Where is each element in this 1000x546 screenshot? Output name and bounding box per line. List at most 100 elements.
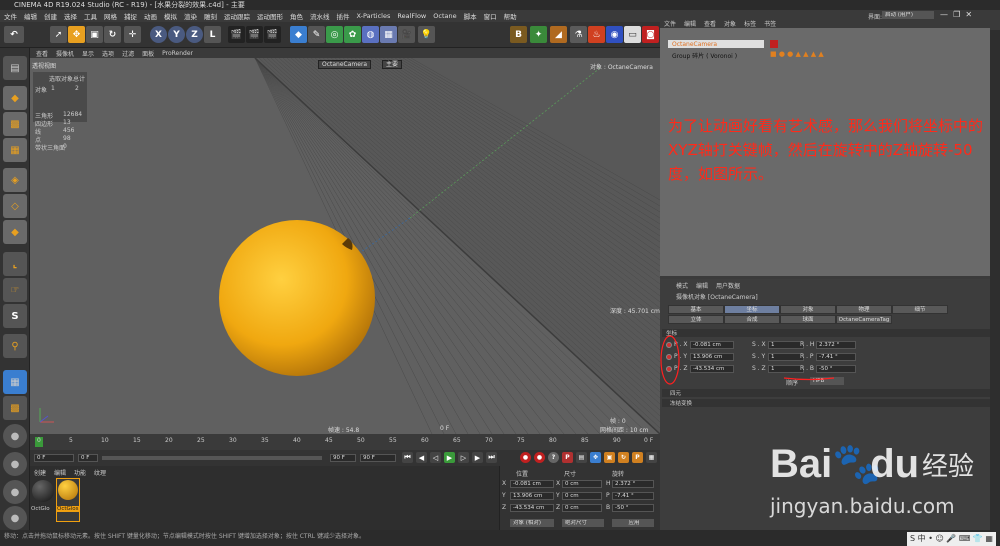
menu-item-5[interactable]: 网格 (104, 11, 117, 21)
attr-menu-item-2[interactable]: 用户数据 (716, 281, 740, 290)
coord-v2-2[interactable]: 0 cm (562, 504, 602, 512)
lock-workplane-icon[interactable]: ▩ (3, 396, 27, 420)
octane-render-icon[interactable]: ◙ (642, 26, 659, 43)
camera-tag[interactable]: OctaneCamera (318, 60, 372, 69)
move-tool-icon[interactable]: ✥ (68, 26, 85, 43)
play-icon[interactable]: ▶ (444, 452, 455, 463)
sculpt-sphere-icon[interactable]: ● (3, 424, 27, 448)
keypos-icon[interactable]: ✥ (590, 452, 601, 463)
points-mode-icon[interactable]: ◈ (3, 168, 27, 192)
attr-menu-item-0[interactable]: 模式 (676, 281, 688, 290)
material-menu-item-3[interactable]: 纹理 (94, 468, 106, 477)
material-name-1[interactable]: OctGlo (31, 506, 50, 512)
menu-item-16[interactable]: X-Particles (357, 12, 391, 20)
menu-item-6[interactable]: 捕捉 (124, 11, 137, 21)
material-name-2[interactable]: OctGlos (57, 506, 79, 512)
material-sphere-icon[interactable]: ● (3, 452, 27, 476)
tab-physical[interactable]: 物理 (836, 305, 892, 314)
autokey-icon[interactable]: ● (534, 452, 545, 463)
keyrot-icon[interactable]: ↻ (618, 452, 629, 463)
y-axis-toggle[interactable]: Y (168, 26, 185, 43)
viewport[interactable]: 透视视图 OctaneCamera 主要 对象 : OctaneCamera 选… (30, 58, 660, 434)
menu-item-21[interactable]: 帮助 (504, 11, 517, 21)
keypla-icon[interactable]: P (632, 452, 643, 463)
menu-item-1[interactable]: 编辑 (24, 11, 37, 21)
go-start-icon[interactable]: ⏮ (402, 452, 413, 463)
plugin-fire-icon[interactable]: ♨ (588, 26, 605, 43)
workplane-icon[interactable]: ▦ (3, 138, 27, 162)
coord-v2-0[interactable]: 0 cm (562, 480, 602, 488)
material-menu-item-2[interactable]: 功能 (74, 468, 86, 477)
objmgr-menu-item-4[interactable]: 标签 (744, 19, 756, 28)
objmgr-menu-item-0[interactable]: 文件 (664, 19, 676, 28)
octane-live-icon[interactable]: ▭ (624, 26, 641, 43)
keyparam-icon[interactable]: ▦ (646, 452, 657, 463)
viewport-menu-item-0[interactable]: 查看 (36, 49, 48, 58)
next-key-icon[interactable]: ▶ (472, 452, 483, 463)
menu-item-4[interactable]: 工具 (84, 11, 97, 21)
section-quaternion[interactable]: 四元 (662, 389, 990, 397)
tab-spherical[interactable]: 球面 (780, 315, 836, 324)
menu-item-18[interactable]: Octane (433, 12, 456, 20)
menu-item-2[interactable]: 创建 (44, 11, 57, 21)
model-mode-icon[interactable]: ◆ (3, 86, 27, 110)
floor-icon[interactable]: ▦ (380, 26, 397, 43)
window-controls[interactable]: — ❐ ✕ (940, 10, 972, 19)
start-frame-field[interactable]: 0 F (34, 454, 74, 462)
coord-apply-button[interactable]: 应用 (612, 519, 654, 527)
ime-toolbar[interactable]: S 中 • ☺ 🎤 ⌨ 👕 ▦ (907, 532, 996, 546)
coord-v1-1[interactable]: 13.906 cm (510, 492, 554, 500)
layout-select[interactable]: 启动 (用户) (882, 11, 934, 19)
env-sphere-icon[interactable]: ● (3, 506, 27, 530)
prev-key-icon[interactable]: ◀ (416, 452, 427, 463)
tab-coords[interactable]: 坐标 (724, 305, 780, 314)
render-picture-icon[interactable]: 🎬 (246, 26, 263, 43)
record-icon[interactable]: ● (520, 452, 531, 463)
make-editable-icon[interactable]: ▤ (3, 56, 27, 80)
coord-mode-select[interactable]: 对象 (相对) (510, 519, 554, 527)
deformer-icon[interactable]: ◍ (362, 26, 379, 43)
menu-item-7[interactable]: 动画 (144, 11, 157, 21)
coord-v1-2[interactable]: -43.534 cm (510, 504, 554, 512)
viewport-menu-item-6[interactable]: ProRender (162, 50, 193, 57)
solo-icon[interactable]: ⚲ (3, 334, 27, 358)
menu-item-17[interactable]: RealFlow (397, 12, 426, 20)
objmgr-menu-item-2[interactable]: 查看 (704, 19, 716, 28)
keyscale-icon[interactable]: ▣ (604, 452, 615, 463)
menu-item-10[interactable]: 雕刻 (204, 11, 217, 21)
section-freeze-transform[interactable]: 冻结变换 (662, 399, 990, 407)
plugin-flask-icon[interactable]: ⚗ (570, 26, 587, 43)
tab-stereo[interactable]: 立体 (668, 315, 724, 324)
pen-icon[interactable]: ✎ (308, 26, 325, 43)
menu-item-13[interactable]: 角色 (290, 11, 303, 21)
menu-item-9[interactable]: 渲染 (184, 11, 197, 21)
end-frame-field[interactable]: 90 F (330, 454, 356, 462)
go-end-icon[interactable]: ⏭ (486, 452, 497, 463)
coord-size-mode-select[interactable]: 绝对尺寸 (562, 519, 604, 527)
texture-mode-icon[interactable]: ▩ (3, 112, 27, 136)
menu-item-19[interactable]: 脚本 (464, 11, 477, 21)
recent-tool-icon[interactable]: ✛ (124, 26, 141, 43)
coord-v3-0[interactable]: 2.372 ° (612, 480, 654, 488)
tab-basic[interactable]: 基本 (668, 305, 724, 314)
undo-button[interactable]: ↶ (4, 26, 24, 43)
preview-end-field[interactable]: 90 F (360, 454, 396, 462)
tab-composition[interactable]: 合成 (724, 315, 780, 324)
menu-item-11[interactable]: 运动跟踪 (224, 11, 250, 21)
cube-icon[interactable]: ◆ (290, 26, 307, 43)
camera-icon[interactable]: 🎥 (398, 26, 415, 43)
objmgr-menu-item-1[interactable]: 编辑 (684, 19, 696, 28)
menu-item-14[interactable]: 流水线 (310, 11, 330, 21)
subdivision-icon[interactable]: ◎ (326, 26, 343, 43)
axis-mode-icon[interactable]: ⌞ (3, 252, 27, 276)
material-menu-item-0[interactable]: 创建 (34, 468, 46, 477)
x-axis-toggle[interactable]: X (150, 26, 167, 43)
material-orange-slot[interactable] (56, 478, 80, 522)
object-name-camera[interactable]: OctaneCamera (672, 41, 717, 48)
menu-item-15[interactable]: 插件 (337, 11, 350, 21)
keyselection-icon[interactable]: ? (548, 452, 559, 463)
cloner-icon[interactable]: ✿ (344, 26, 361, 43)
coord-v3-2[interactable]: -50 ° (612, 504, 654, 512)
select-tool-icon[interactable]: ➚ (50, 26, 67, 43)
polygons-mode-icon[interactable]: ◆ (3, 220, 27, 244)
